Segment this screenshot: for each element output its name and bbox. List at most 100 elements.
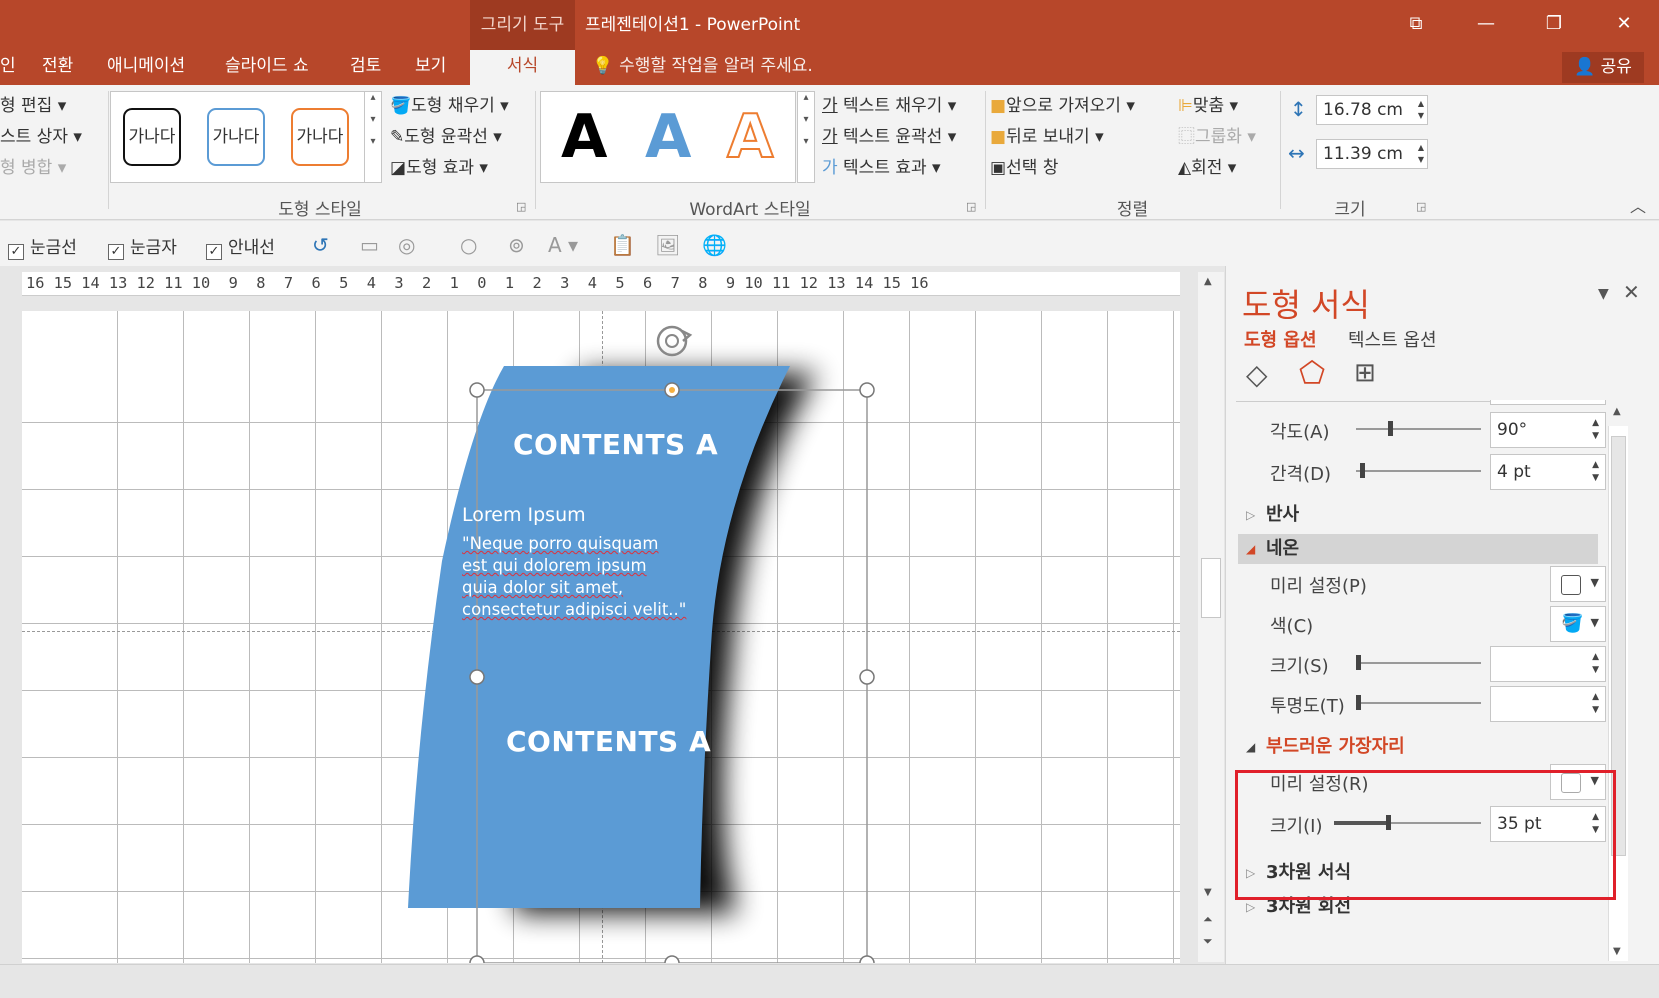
wordart-preset-black[interactable]: A — [561, 102, 607, 172]
shape-style-preset-1[interactable]: 가나다 — [123, 108, 181, 166]
scroll-thumb[interactable] — [1201, 558, 1221, 618]
refresh-icon[interactable]: ↺ — [312, 233, 329, 257]
wordart-gallery[interactable]: A A A — [540, 91, 796, 183]
section-reflection[interactable]: ▷ 반사 — [1238, 500, 1598, 530]
shadow-distance-slider[interactable] — [1356, 463, 1481, 478]
gridlines-checkbox[interactable]: ✓ 눈금선 — [8, 233, 77, 260]
edit-shape-button[interactable]: 형 편집 ▾ — [0, 91, 66, 116]
circle-icon[interactable]: ○ — [460, 233, 477, 257]
shape-width-input[interactable]: 11.39 cm ▲ ▼ — [1316, 139, 1428, 169]
next-slide-icon[interactable]: ⏷ — [1203, 934, 1213, 949]
slide-canvas[interactable]: CONTENTS A Lorem Ipsum "Neque porro quis… — [22, 311, 1180, 963]
shadow-angle-slider[interactable] — [1356, 421, 1481, 436]
shape-outline-button[interactable]: ✎도형 윤곽선 ▾ — [390, 122, 502, 147]
slider-thumb[interactable] — [1356, 655, 1361, 670]
guides-checkbox[interactable]: ✓ 안내선 — [206, 233, 275, 260]
maximize-button[interactable]: ❐ — [1520, 0, 1588, 50]
shape-height-input[interactable]: 16.78 cm ▲ ▼ — [1316, 95, 1428, 125]
shape-drawing[interactable] — [22, 311, 1180, 963]
dialog-launcher-icon[interactable]: ◲ — [1416, 200, 1426, 213]
text-effects-button[interactable]: 가 텍스트 효과 ▾ — [822, 153, 941, 178]
fill-line-icon[interactable]: ◇ — [1246, 358, 1268, 391]
minimize-button[interactable]: — — [1452, 0, 1520, 50]
text-outline-button[interactable]: 가 텍스트 윤곽선 ▾ — [822, 122, 956, 147]
shape-title-top[interactable]: CONTENTS A — [513, 428, 718, 461]
resize-handle-bottom-right[interactable] — [859, 955, 875, 963]
scroll-down-icon[interactable]: ▼ — [1613, 946, 1621, 957]
selection-pane-button[interactable]: ▣선택 창 — [990, 153, 1058, 178]
tab-animations[interactable]: 애니메이션 — [107, 50, 185, 85]
tab-format[interactable]: 서식 — [470, 50, 575, 85]
share-button[interactable]: 👤 공유 — [1562, 52, 1644, 83]
glow-transparency-input[interactable]: ▲ ▼ — [1490, 686, 1606, 722]
pane-close-icon[interactable]: ✕ — [1623, 280, 1640, 304]
section-glow[interactable]: ◢ 네온 — [1238, 534, 1598, 564]
resize-handle-top-left[interactable] — [469, 382, 485, 398]
slider-thumb[interactable] — [1388, 421, 1393, 436]
size-properties-icon[interactable]: ⊞ — [1354, 358, 1376, 388]
editor-scrollbar[interactable]: ▲ ▼ ⏶ ⏷ — [1198, 272, 1224, 962]
tab-text-options[interactable]: 텍스트 옵션 — [1348, 326, 1437, 352]
effects-pentagon-icon[interactable]: ⬠ — [1299, 356, 1325, 391]
slideshow-icon[interactable]: ▭ — [360, 233, 379, 257]
horizontal-ruler[interactable]: 16 15 14 13 12 11 10 9 8 7 6 5 4 3 2 1 0… — [22, 272, 1180, 296]
group-button[interactable]: ⿴그룹화 ▾ — [1178, 122, 1256, 147]
tab-slideshow[interactable]: 슬라이드 쇼 — [225, 50, 309, 85]
tab-review[interactable]: 검토 — [350, 50, 381, 85]
slider-thumb[interactable] — [1356, 695, 1361, 710]
glow-size-slider[interactable] — [1356, 655, 1481, 670]
close-button[interactable]: ✕ — [1590, 0, 1658, 50]
gallery-scroll[interactable]: ▴ ▾ ▾ — [364, 91, 382, 183]
resize-handle-bottom-left[interactable] — [469, 955, 485, 963]
previous-slide-icon[interactable]: ⏶ — [1203, 912, 1213, 927]
picture-icon[interactable]: 🖼 — [655, 233, 680, 257]
scroll-up-icon[interactable]: ▲ — [1204, 276, 1212, 287]
adjust-handle[interactable] — [669, 387, 675, 393]
text-fill-button[interactable]: 가 텍스트 채우기 ▾ — [822, 91, 956, 116]
send-backward-button[interactable]: ■뒤로 보내기 ▾ — [990, 122, 1104, 147]
tab-transitions[interactable]: 전환 — [42, 50, 73, 85]
shapes-icon[interactable]: ◎ — [398, 233, 415, 257]
bring-forward-button[interactable]: ■앞으로 가져오기 ▾ — [990, 91, 1135, 116]
tab-view[interactable]: 보기 — [415, 50, 446, 85]
shadow-distance-input[interactable]: 4 pt ▲ ▼ — [1490, 454, 1606, 490]
shape-effects-button[interactable]: ◪도형 효과 ▾ — [390, 153, 488, 178]
ribbon-display-options-button[interactable]: ⧉ — [1382, 0, 1450, 50]
intersect-icon[interactable]: ⊚ — [508, 233, 525, 257]
pane-options-chevron-icon[interactable]: ▼ — [1598, 286, 1609, 302]
glow-size-input[interactable]: ▲ ▼ — [1490, 646, 1606, 682]
shape-style-gallery[interactable]: 가나다 가나다 가나다 — [110, 91, 382, 183]
text-box-button[interactable]: 스트 상자 ▾ — [0, 122, 82, 147]
paste-icon[interactable]: 📋 — [610, 233, 635, 257]
rotate-button[interactable]: ◭회전 ▾ — [1178, 153, 1236, 178]
font-icon[interactable]: A ▾ — [548, 233, 578, 257]
scroll-down-icon[interactable]: ▼ — [1204, 887, 1212, 898]
dialog-launcher-icon[interactable]: ◲ — [516, 200, 526, 213]
align-button[interactable]: ⊫맞춤 ▾ — [1178, 91, 1238, 116]
gallery-scroll[interactable]: ▴ ▾ ▾ — [797, 91, 815, 183]
shadow-angle-input[interactable]: 90° ▲ ▼ — [1490, 412, 1606, 448]
wordart-preset-orange-outline[interactable]: A — [726, 101, 774, 173]
glow-color-picker[interactable]: 🪣 ▼ — [1550, 606, 1606, 642]
shape-fill-button[interactable]: 🪣도형 채우기 ▾ — [390, 91, 509, 116]
shape-title-bottom[interactable]: CONTENTS A — [506, 725, 711, 758]
resize-handle-right[interactable] — [859, 669, 875, 685]
rotate-handle-icon[interactable] — [656, 325, 693, 357]
tab-shape-options[interactable]: 도형 옵션 — [1244, 326, 1317, 352]
online-picture-icon[interactable]: 🌐 — [702, 233, 727, 257]
dialog-launcher-icon[interactable]: ◲ — [966, 200, 976, 213]
shape-body-heading[interactable]: Lorem Ipsum — [462, 504, 586, 526]
slider-thumb[interactable] — [1360, 463, 1365, 478]
resize-handle-top-right[interactable] — [859, 382, 875, 398]
wordart-preset-blue[interactable]: A — [645, 102, 691, 172]
glow-presets-dropdown[interactable]: ▼ — [1550, 566, 1606, 602]
resize-handle-bottom[interactable] — [664, 955, 680, 963]
scroll-up-icon[interactable]: ▲ — [1613, 406, 1621, 417]
collapse-ribbon-icon[interactable]: ︿ — [1630, 193, 1646, 217]
section-soft-edges[interactable]: ◢ 부드러운 가장자리 — [1238, 732, 1598, 762]
shape-style-preset-3[interactable]: 가나다 — [291, 108, 349, 166]
glow-transparency-slider[interactable] — [1356, 695, 1481, 710]
tab-partial[interactable]: 인 — [0, 50, 16, 85]
shape-style-preset-2[interactable]: 가나다 — [207, 108, 265, 166]
ruler-checkbox[interactable]: ✓ 눈금자 — [108, 233, 177, 260]
